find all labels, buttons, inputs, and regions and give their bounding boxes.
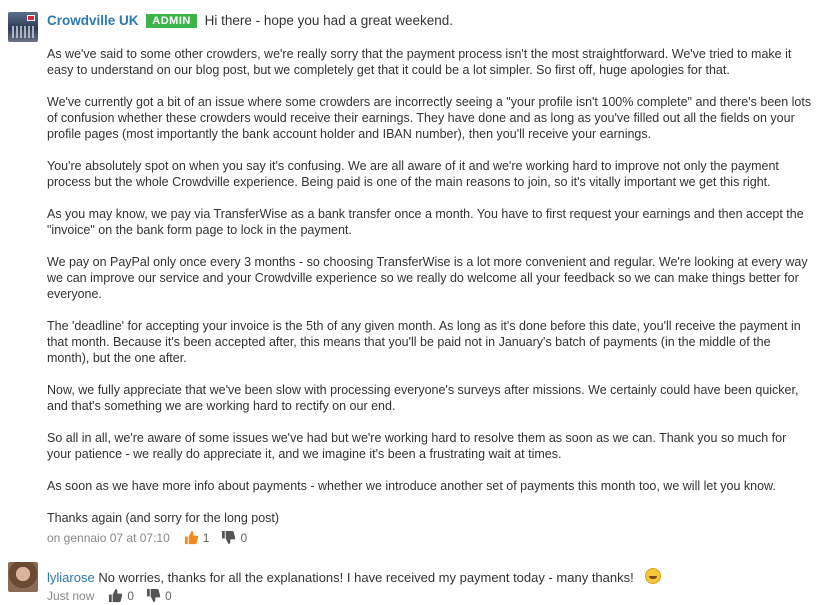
city-skyline-image xyxy=(12,26,34,38)
post-paragraph: As soon as we have more info about payme… xyxy=(47,479,776,493)
post-paragraph: As we've said to some other crowders, we… xyxy=(47,47,792,77)
post-paragraph: So all in all, we're aware of some issue… xyxy=(47,431,787,461)
post-paragraph: We pay on PayPal only once every 3 month… xyxy=(47,255,808,301)
post-timestamp[interactable]: on gennaio 07 at 07:10 xyxy=(47,531,170,545)
post-meta: on gennaio 07 at 07:10 1 0 xyxy=(47,530,259,545)
like-count: 1 xyxy=(202,530,210,545)
reply-text: No worries, thanks for all the explanati… xyxy=(98,570,634,585)
reply-timestamp[interactable]: Just now xyxy=(47,589,94,603)
thumbs-up-icon xyxy=(109,588,123,603)
reply-author-name-link[interactable]: lyliarose xyxy=(47,570,95,585)
admin-badge: ADMIN xyxy=(146,14,197,28)
author-avatar[interactable] xyxy=(8,12,38,42)
post-paragraph: We've currently got a bit of an issue wh… xyxy=(47,95,812,141)
post-paragraph: As you may know, we pay via TransferWise… xyxy=(47,207,804,237)
thumbs-down-icon xyxy=(222,530,236,545)
post-paragraph: Now, we fully appreciate that we've been… xyxy=(47,383,799,413)
post-paragraph: The 'deadline' for accepting your invoic… xyxy=(47,319,801,365)
reply-header: lyliarose No worries, thanks for all the… xyxy=(47,568,662,585)
post-paragraph: You're absolutely spot on when you say i… xyxy=(47,159,779,189)
post-greeting: Hi there - hope you had a great weekend. xyxy=(204,13,454,28)
grinning-face-emoji-icon xyxy=(645,568,662,584)
post-header: Crowdville UK ADMIN Hi there - hope you … xyxy=(47,13,453,28)
reply-like-button[interactable]: 0 xyxy=(108,588,134,603)
post-body: As we've said to some other crowders, we… xyxy=(47,46,812,542)
thumbs-up-icon xyxy=(184,530,198,545)
like-button[interactable]: 1 xyxy=(184,530,210,545)
thumbs-down-icon xyxy=(146,588,161,603)
dislike-count: 0 xyxy=(240,530,248,545)
reply-dislike-button[interactable]: 0 xyxy=(146,588,172,603)
uk-flag-icon xyxy=(27,15,35,21)
reply-author-avatar[interactable] xyxy=(8,562,38,592)
post-paragraph: Thanks again (and sorry for the long pos… xyxy=(47,511,280,525)
author-name-link[interactable]: Crowdville UK xyxy=(47,13,139,28)
dislike-button[interactable]: 0 xyxy=(221,530,247,545)
reply-dislike-count: 0 xyxy=(165,588,172,603)
reply-like-count: 0 xyxy=(127,588,135,603)
reply-meta: Just now 0 0 xyxy=(47,588,184,603)
